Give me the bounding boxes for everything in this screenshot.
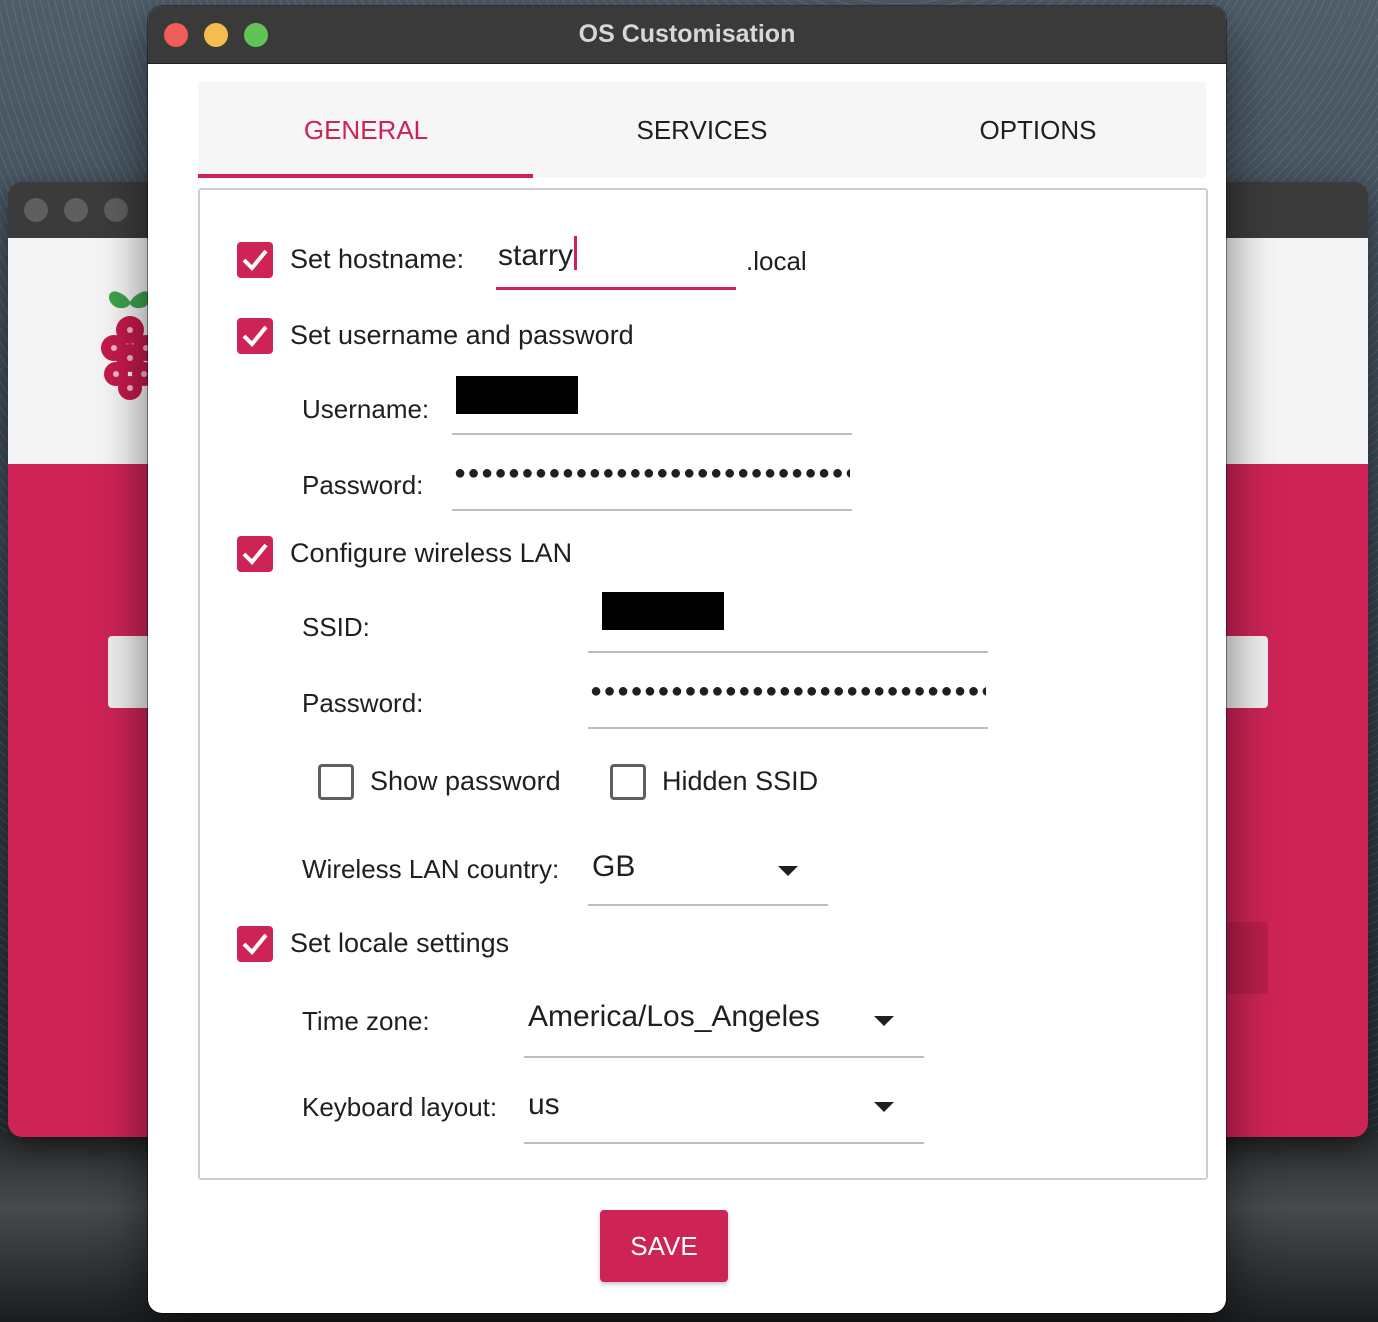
wifi-password-mask: ●●●●●●●●●●●●●●●●●●●●●●●●●●●●●●●●●●●●● bbox=[590, 680, 986, 702]
chevron-down-icon bbox=[874, 1102, 894, 1112]
user-password-input[interactable]: ●●●●●●●●●●●●●●●●●●●●●●●●●●●●●●●●●●●● bbox=[452, 450, 852, 511]
os-customisation-dialog: OS Customisation GENERAL SERVICES OPTION… bbox=[148, 6, 1226, 1313]
set-locale-settings-label: Set locale settings bbox=[290, 928, 510, 958]
window-title: OS Customisation bbox=[578, 20, 796, 48]
save-button[interactable]: SAVE bbox=[600, 1210, 728, 1282]
show-password-checkbox[interactable] bbox=[318, 764, 354, 800]
wireless-lan-country-label: Wireless LAN country: bbox=[302, 854, 560, 884]
set-hostname-label: Set hostname: bbox=[290, 244, 465, 274]
keyboard-layout-value: us bbox=[528, 1088, 560, 1121]
tab-options[interactable]: OPTIONS bbox=[870, 82, 1206, 178]
inactive-minimize-icon bbox=[64, 198, 88, 222]
hidden-ssid-checkbox[interactable] bbox=[610, 764, 646, 800]
window-titlebar[interactable]: OS Customisation bbox=[148, 6, 1226, 64]
redacted-username bbox=[456, 376, 578, 414]
user-password-mask: ●●●●●●●●●●●●●●●●●●●●●●●●●●●●●●●●●●●● bbox=[454, 462, 850, 484]
set-username-password-checkbox[interactable] bbox=[237, 318, 273, 354]
keyboard-layout-label: Keyboard layout: bbox=[302, 1092, 498, 1122]
username-input[interactable] bbox=[452, 370, 852, 435]
configure-wireless-lan-label: Configure wireless LAN bbox=[290, 538, 573, 568]
keyboard-layout-select[interactable]: us bbox=[524, 1072, 924, 1144]
general-settings-panel: Set hostname: starry .local Set username… bbox=[198, 188, 1208, 1180]
hostname-input[interactable]: starry bbox=[496, 226, 736, 290]
chevron-down-icon bbox=[778, 866, 798, 876]
wireless-lan-country-select[interactable]: GB bbox=[588, 834, 828, 906]
wifi-password-input[interactable]: ●●●●●●●●●●●●●●●●●●●●●●●●●●●●●●●●●●●●● bbox=[588, 668, 988, 729]
username-label: Username: bbox=[302, 394, 430, 424]
text-caret bbox=[574, 236, 577, 270]
tab-services[interactable]: SERVICES bbox=[534, 82, 870, 178]
ssid-input[interactable] bbox=[588, 588, 988, 653]
hostname-value: starry bbox=[498, 239, 573, 272]
show-password-label: Show password bbox=[370, 766, 561, 796]
set-hostname-checkbox[interactable] bbox=[237, 242, 273, 278]
redacted-ssid bbox=[602, 592, 724, 630]
chevron-down-icon bbox=[874, 1016, 894, 1026]
user-password-label: Password: bbox=[302, 470, 424, 500]
inactive-close-icon bbox=[24, 198, 48, 222]
active-tab-indicator bbox=[198, 174, 533, 178]
set-username-password-label: Set username and password bbox=[290, 320, 634, 350]
checkmark-icon bbox=[242, 249, 268, 271]
time-zone-label: Time zone: bbox=[302, 1006, 430, 1036]
set-locale-settings-checkbox[interactable] bbox=[237, 926, 273, 962]
time-zone-value: America/Los_Angeles bbox=[528, 1000, 820, 1033]
tab-general[interactable]: GENERAL bbox=[198, 82, 534, 178]
ssid-label: SSID: bbox=[302, 612, 370, 642]
wifi-password-label: Password: bbox=[302, 688, 424, 718]
checkmark-icon bbox=[242, 325, 268, 347]
tab-bar: GENERAL SERVICES OPTIONS bbox=[198, 82, 1206, 178]
inactive-maximize-icon bbox=[104, 198, 128, 222]
wireless-lan-country-value: GB bbox=[592, 850, 636, 883]
hostname-suffix: .local bbox=[746, 246, 807, 276]
checkmark-icon bbox=[242, 933, 268, 955]
hidden-ssid-label: Hidden SSID bbox=[662, 766, 819, 796]
time-zone-select[interactable]: America/Los_Angeles bbox=[524, 986, 924, 1058]
configure-wireless-lan-checkbox[interactable] bbox=[237, 536, 273, 572]
checkmark-icon bbox=[242, 543, 268, 565]
